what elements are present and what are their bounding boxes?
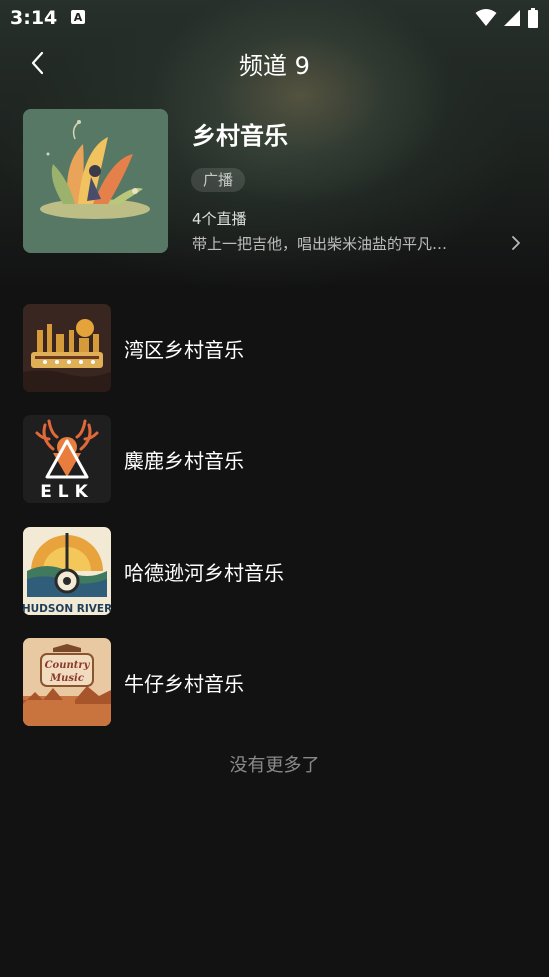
status-icons — [475, 8, 539, 28]
elk-cover-text: ELK — [40, 482, 94, 502]
station-name: 麋鹿乡村音乐 — [124, 449, 244, 473]
page-title: 频道 9 — [239, 52, 310, 80]
station-item-bay-area[interactable]: 湾区乡村音乐 — [0, 304, 549, 392]
status-bar: 3:14 A — [0, 0, 549, 36]
chevron-right-icon[interactable] — [506, 233, 524, 253]
no-more-text: 没有更多了 — [229, 755, 320, 776]
station-name: 牛仔乡村音乐 — [124, 672, 244, 696]
station-cover-hudson-river: HUDSON RIVER — [23, 527, 111, 615]
country-cover-text-1: Country — [45, 660, 91, 671]
station-item-country-music[interactable]: Country Music 牛仔乡村音乐 — [0, 638, 549, 726]
station-cover-country-music: Country Music — [23, 638, 111, 726]
live-count: 4个直播 — [192, 210, 247, 228]
status-time: 3:14 — [10, 7, 58, 29]
station-name: 湾区乡村音乐 — [124, 338, 244, 362]
battery-icon — [528, 8, 538, 28]
channel-tag: 广播 — [191, 168, 246, 192]
station-item-hudson-river[interactable]: HUDSON RIVER 哈德逊河乡村音乐 — [0, 527, 549, 615]
screen: 3:14 A 频道 9 乡村音乐 广播 4个直播 带上一把吉他，唱出柴米油盐的平… — [0, 0, 549, 977]
a-icon: A — [71, 10, 85, 24]
station-cover-elk: ELK — [23, 415, 111, 503]
signal-icon — [504, 10, 520, 26]
country-cover-text-2: Music — [49, 673, 84, 684]
wifi-icon — [475, 9, 497, 26]
channel-cover — [23, 109, 168, 253]
station-cover-bay-area — [23, 304, 111, 392]
station-item-elk[interactable]: ELK 麋鹿乡村音乐 — [0, 415, 549, 503]
channel-description[interactable]: 带上一把吉他，唱出柴米油盐的平凡… — [192, 233, 502, 254]
hudson-cover-text: HUDSON RIVER — [23, 603, 111, 615]
station-name: 哈德逊河乡村音乐 — [124, 561, 284, 585]
channel-name: 乡村音乐 — [192, 122, 288, 150]
